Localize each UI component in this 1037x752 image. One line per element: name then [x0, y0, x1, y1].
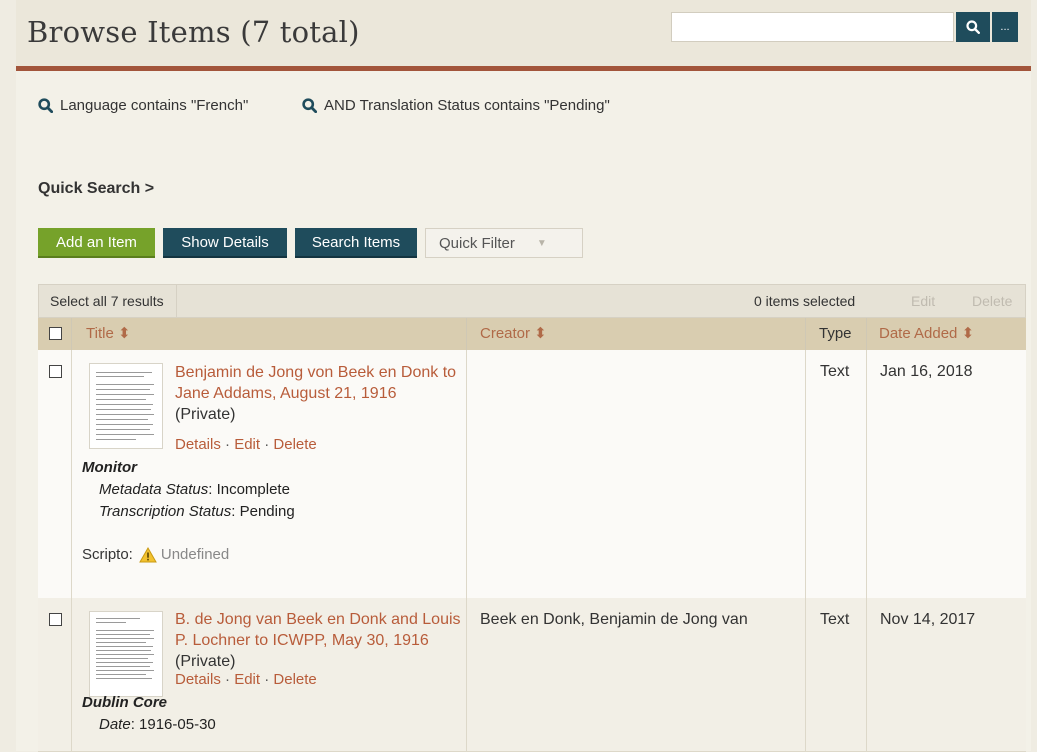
item-type: Text — [820, 611, 850, 628]
metadata-value: : 1916-05-30 — [130, 716, 216, 733]
column-creator[interactable]: Creator ⬍ — [480, 318, 547, 350]
column-title[interactable]: Title ⬍ — [86, 318, 131, 350]
metadata-line: Metadata Status: Incomplete — [82, 479, 295, 501]
item-date-added: Nov 14, 2017 — [880, 611, 976, 628]
edit-link[interactable]: Edit — [234, 671, 260, 688]
chevron-down-icon: ▼ — [536, 237, 547, 249]
item-thumbnail[interactable] — [89, 363, 163, 449]
filter-translation-status[interactable]: AND Translation Status contains "Pending… — [302, 97, 610, 114]
privacy-label: (Private) — [175, 406, 236, 423]
metadata-line: Date: 1916-05-30 — [82, 714, 216, 736]
header-rule — [16, 66, 1031, 71]
show-details-button[interactable]: Show Details — [163, 228, 287, 258]
filter-label: AND Translation Status contains "Pending… — [324, 97, 610, 114]
quick-filter-dropdown[interactable]: Quick Filter ▼ — [425, 228, 583, 258]
search-input[interactable] — [671, 12, 954, 42]
table-row: B. de Jong van Beek en Donk and Louis P.… — [38, 598, 1026, 752]
metadata-value: : Pending — [231, 503, 295, 520]
select-all-button[interactable]: Select all 7 results — [39, 285, 177, 317]
metadata-value: : Incomplete — [208, 481, 290, 498]
item-date-added: Jan 16, 2018 — [880, 363, 973, 380]
page-header: Browse Items (7 total) ... — [16, 0, 1031, 66]
metadata-line: Transcription Status: Pending — [82, 501, 295, 523]
search-items-button[interactable]: Search Items — [295, 228, 417, 258]
search-icon — [966, 20, 980, 34]
metadata-group: Dublin Core — [82, 694, 167, 711]
quick-filter-label: Quick Filter — [439, 234, 515, 252]
item-actions: Details · Edit · Delete — [175, 436, 317, 453]
item-creator: Beek en Donk, Benjamin de Jong van — [480, 611, 748, 628]
filter-label: Language contains "French" — [60, 97, 249, 114]
details-link[interactable]: Details — [175, 436, 221, 453]
details-link[interactable]: Details — [175, 671, 221, 688]
item-title-link[interactable]: Benjamin de Jong von Beek en Donk to Jan… — [175, 364, 456, 402]
search-icon — [38, 98, 53, 113]
admin-frame: Browse Items (7 total) ... Language cont… — [16, 0, 1031, 752]
item-actions: Details · Edit · Delete — [175, 671, 317, 688]
metadata-label: Date — [99, 716, 131, 733]
edit-link[interactable]: Edit — [234, 436, 260, 453]
search-icon — [302, 98, 317, 113]
add-item-button[interactable]: Add an Item — [38, 228, 155, 258]
metadata-label: Transcription Status — [99, 503, 232, 520]
item-title-link[interactable]: B. de Jong van Beek en Donk and Louis P.… — [175, 611, 461, 649]
item-metadata: Dublin Core Date: 1916-05-30 — [82, 692, 216, 736]
metadata-label: Metadata Status — [99, 481, 209, 498]
column-date-added[interactable]: Date Added ⬍ — [879, 318, 974, 350]
filter-language[interactable]: Language contains "French" — [38, 97, 248, 114]
delete-link[interactable]: Delete — [273, 671, 316, 688]
table-header: Title ⬍ Creator ⬍ Type Date Added ⬍ — [38, 318, 1026, 350]
search-button[interactable] — [956, 12, 990, 42]
row-checkbox[interactable] — [49, 365, 62, 378]
metadata-group: Monitor — [82, 459, 137, 476]
column-type: Type — [819, 325, 852, 342]
item-title: B. de Jong van Beek en Donk and Louis P.… — [175, 609, 465, 672]
batch-edit-bar: Select all 7 results 0 items selected Ed… — [38, 284, 1026, 318]
scripto-label: Scripto: — [82, 546, 133, 563]
select-all-checkbox[interactable] — [49, 327, 62, 340]
row-checkbox[interactable] — [49, 613, 62, 626]
warning-icon — [138, 546, 157, 562]
item-type: Text — [820, 363, 850, 380]
table-row: Benjamin de Jong von Beek en Donk to Jan… — [38, 350, 1026, 599]
privacy-label: (Private) — [175, 653, 236, 670]
item-thumbnail[interactable] — [89, 611, 163, 697]
advanced-search-button[interactable]: ... — [992, 12, 1018, 42]
batch-delete-button[interactable]: Delete — [972, 285, 1012, 317]
quick-search-link[interactable]: Quick Search > — [38, 180, 154, 198]
delete-link[interactable]: Delete — [273, 436, 316, 453]
scripto-undefined: Undefined — [160, 546, 230, 563]
batch-edit-button[interactable]: Edit — [911, 285, 935, 317]
page-title: Browse Items (7 total) — [27, 15, 360, 49]
item-metadata: Monitor Metadata Status: Incomplete Tran… — [82, 457, 295, 523]
item-title: Benjamin de Jong von Beek en Donk to Jan… — [175, 362, 465, 425]
scripto-status: Scripto: Undefined — [82, 546, 229, 563]
items-selected-count: 0 items selected — [754, 293, 856, 309]
